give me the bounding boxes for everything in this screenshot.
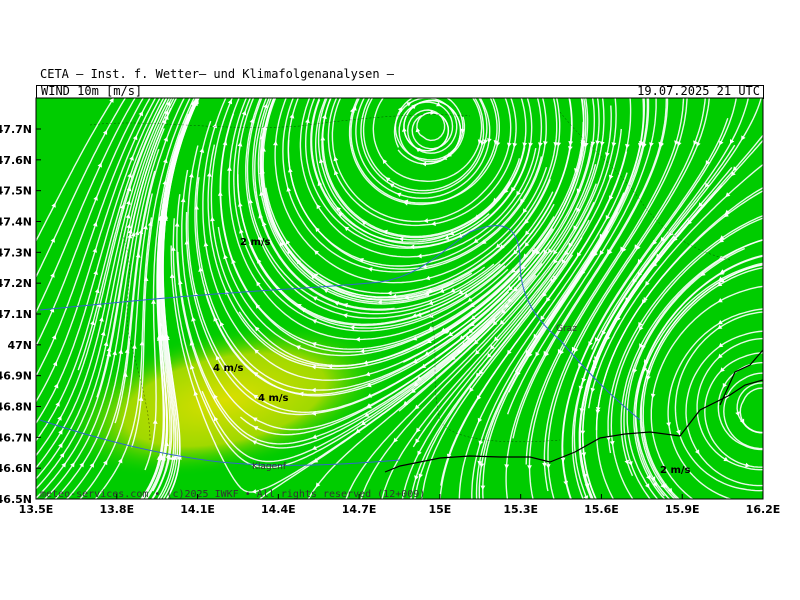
wind-map: 2 m/s 4 m/s 4 m/s 2 m/s Graz Klagenf met… (0, 97, 781, 516)
contour-label: 4 m/s (258, 393, 289, 404)
lat-tick-label: 47.2N (0, 277, 32, 290)
contour-label: 4 m/s (213, 363, 244, 374)
lon-tick-label: 15.9E (665, 503, 700, 516)
lat-tick-label: 47.4N (0, 216, 32, 229)
contour-label: 2 m/s (660, 465, 691, 476)
lon-tick-label: 13.8E (99, 503, 134, 516)
lon-tick-label: 15.6E (584, 503, 619, 516)
lon-tick-label: 15.3E (503, 503, 538, 516)
credit-text: meteo-services.com • (c)2025 IWKF • All … (40, 489, 425, 500)
lat-tick-label: 47.5N (0, 185, 32, 198)
lon-tick-label: 14.4E (261, 503, 296, 516)
lat-tick-label: 46.7N (0, 431, 32, 444)
lat-tick-label: 46.8N (0, 401, 32, 414)
lon-tick-label: 15E (428, 503, 451, 516)
city-label-klagenfurt: Klagenf (252, 462, 287, 472)
lon-tick-label: 14.1E (180, 503, 215, 516)
lat-tick-label: 47.1N (0, 308, 32, 321)
lat-tick-label: 46.9N (0, 370, 32, 383)
lon-tick-label: 14.7E (342, 503, 377, 516)
map-plot-area: 2 m/s 4 m/s 4 m/s 2 m/s Graz Klagenf met… (36, 98, 763, 500)
lat-tick-label: 47N (7, 339, 32, 352)
lat-tick-label: 47.7N (0, 123, 32, 136)
contour-label: 2 m/s (240, 237, 271, 248)
lat-tick-label: 47.6N (0, 154, 32, 167)
city-label-graz: Graz (556, 324, 577, 334)
latitude-axis: 47.7N 47.6N 47.5N 47.4N 47.3N 47.2N 47.1N 47N 46… (0, 123, 41, 506)
lat-tick-label: 46.5N (0, 493, 32, 506)
lat-tick-label: 47.3N (0, 246, 32, 259)
lat-tick-label: 46.6N (0, 462, 32, 475)
lon-tick-label: 16.2E (746, 503, 781, 516)
